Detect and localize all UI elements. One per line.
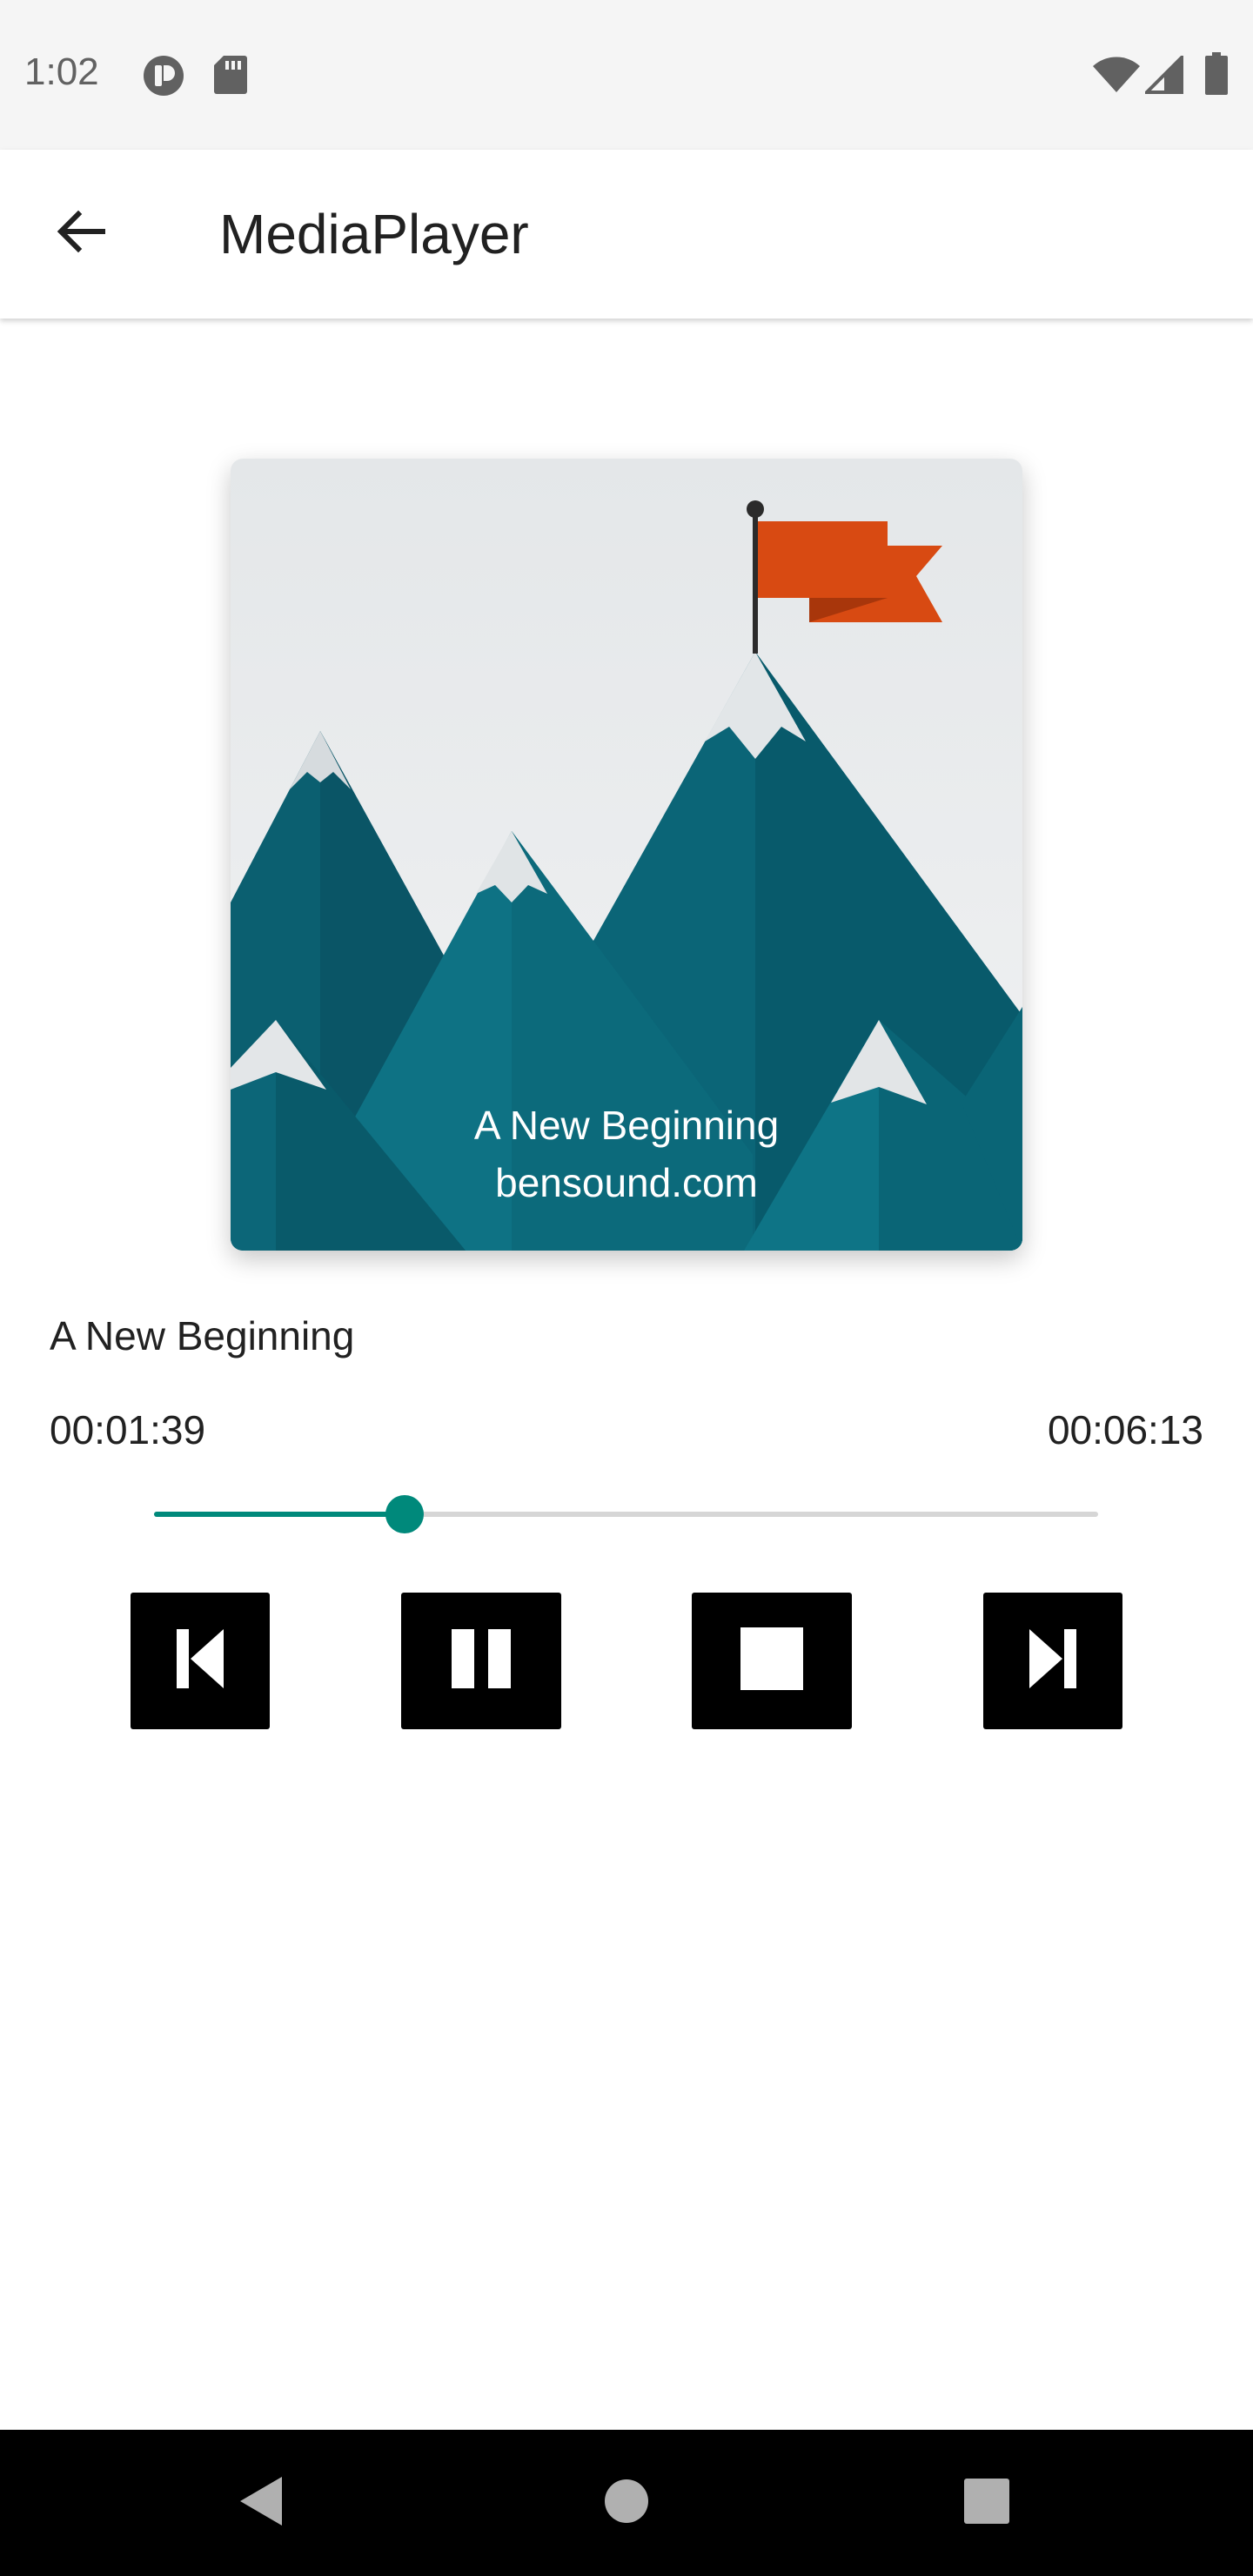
nav-home-button[interactable]: [583, 2459, 670, 2546]
song-title: A New Beginning: [50, 1313, 355, 1358]
total-time: 00:06:13: [1047, 1407, 1203, 1452]
next-button[interactable]: [983, 1593, 1122, 1729]
nav-back-button[interactable]: [218, 2459, 305, 2546]
wifi-icon: [1092, 56, 1141, 98]
sd-card-icon: [213, 54, 248, 100]
back-button[interactable]: [35, 188, 125, 278]
skip-next-icon: [1022, 1626, 1083, 1696]
current-time: 00:01:39: [50, 1407, 206, 1452]
media-session-icon: [142, 54, 185, 102]
seek-bar[interactable]: [154, 1495, 1098, 1533]
previous-button[interactable]: [131, 1593, 270, 1729]
seek-progress: [154, 1512, 405, 1517]
stop-icon: [740, 1627, 803, 1694]
nav-back-icon: [237, 2475, 285, 2532]
album-caption-title: A New Beginning: [473, 1103, 780, 1148]
status-time: 1:02: [24, 50, 99, 93]
arrow-back-icon: [52, 204, 108, 264]
skip-previous-icon: [170, 1626, 231, 1696]
pause-icon: [448, 1626, 514, 1696]
album-caption-site: bensound.com: [495, 1160, 758, 1205]
nav-home-icon: [602, 2477, 651, 2530]
stop-button[interactable]: [692, 1593, 852, 1729]
seek-thumb[interactable]: [385, 1495, 424, 1533]
cell-signal-icon: [1142, 53, 1183, 98]
album-art: A New Beginning bensound.com: [231, 459, 1022, 1251]
pause-button[interactable]: [401, 1593, 561, 1729]
status-bar: 1:02: [0, 0, 1253, 150]
app-bar: MediaPlayer: [0, 150, 1253, 319]
nav-recents-button[interactable]: [943, 2459, 1030, 2546]
system-navigation-bar: [0, 2430, 1253, 2576]
nav-recents-icon: [964, 2478, 1009, 2528]
page-title: MediaPlayer: [219, 203, 529, 265]
battery-icon: [1204, 52, 1229, 100]
